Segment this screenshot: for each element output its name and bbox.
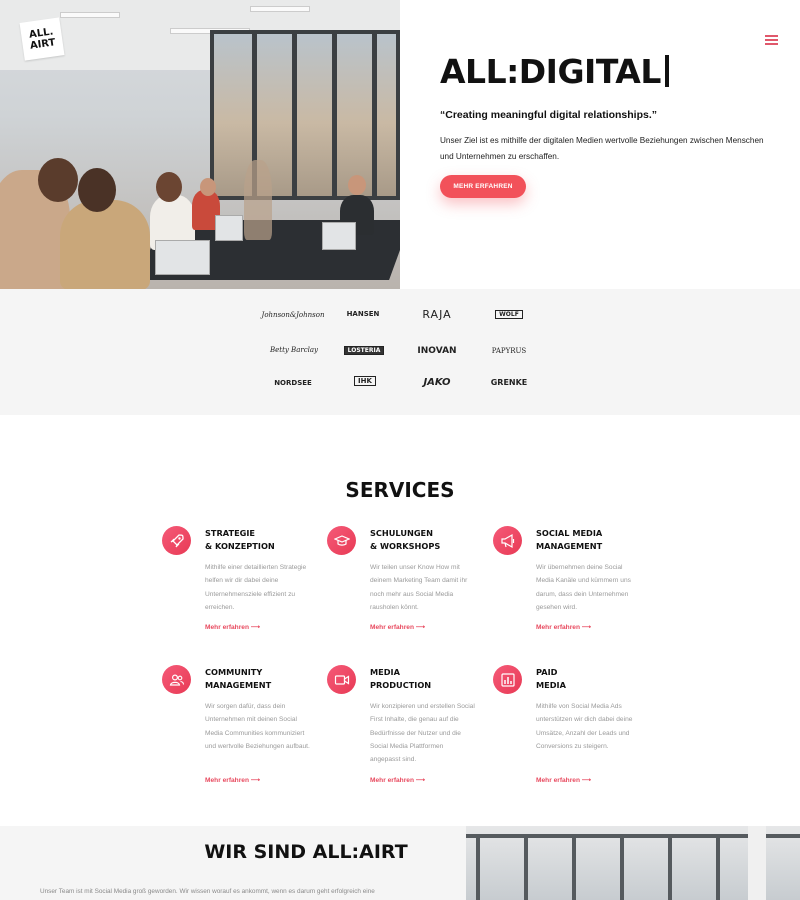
service-card: PAID MEDIA Mithilfe von Social Media Ads… — [493, 665, 643, 790]
client-logo: Betty Barclay — [269, 346, 319, 354]
service-more-link[interactable]: Mehr erfahren ⟶ — [205, 623, 260, 631]
client-logo: GRENKE — [490, 378, 528, 387]
services-heading: SERVICES — [345, 478, 455, 502]
service-description: Wir übernehmen deine Social Media Kanäle… — [536, 564, 631, 611]
service-description: Wir konzipieren und erstellen Social Fir… — [370, 703, 475, 764]
hero-section: ALL. AIRT ALL:DIGITAL “Creating meaningf… — [0, 0, 800, 289]
service-card: SOCIAL MEDIA MANAGEMENT Wir übernehmen d… — [493, 526, 643, 636]
service-more-link[interactable]: Mehr erfahren ⟶ — [370, 623, 425, 631]
client-logo: RAJA — [422, 308, 452, 321]
service-title: PAID MEDIA — [536, 667, 566, 690]
service-description: Mithilfe einer detaillierten Strategie h… — [205, 564, 307, 611]
hero-text-block: ALL:DIGITAL “Creating meaningful digital… — [440, 52, 770, 198]
service-description: Wir sorgen dafür, dass dein Unternehmen … — [205, 703, 310, 750]
client-logo: HANSEN — [346, 310, 380, 318]
hamburger-menu-icon[interactable] — [765, 35, 778, 45]
service-more-link[interactable]: Mehr erfahren ⟶ — [205, 776, 260, 784]
service-more-link[interactable]: Mehr erfahren ⟶ — [536, 776, 591, 784]
logo-line-2: AIRT — [29, 37, 57, 52]
service-description: Mithilfe von Social Media Ads unterstütz… — [536, 703, 633, 750]
service-card: MEDIA PRODUCTION Wir konzipieren und ers… — [327, 665, 477, 790]
megaphone-icon — [493, 526, 522, 555]
client-logo: INOVAN — [417, 346, 457, 356]
service-title: COMMUNITY MANAGEMENT — [205, 667, 272, 690]
mehr-erfahren-button[interactable]: MEHR ERFAHREN — [440, 175, 526, 198]
service-title: SOCIAL MEDIA MANAGEMENT — [536, 528, 603, 551]
client-logos-section: Johnson&Johnson HANSEN RAJA WOLF Betty B… — [0, 289, 800, 415]
service-more-link[interactable]: Mehr erfahren ⟶ — [370, 776, 425, 784]
client-logo: LOSTERIA — [343, 346, 385, 355]
service-card: COMMUNITY MANAGEMENT Wir sorgen dafür, d… — [162, 665, 312, 790]
users-icon — [162, 665, 191, 694]
rocket-icon — [162, 526, 191, 555]
client-logo: PAPYRUS — [491, 347, 527, 355]
service-more-link[interactable]: Mehr erfahren ⟶ — [536, 623, 591, 631]
hero-description: Unser Ziel ist es mithilfe der digitalen… — [440, 136, 764, 161]
brand-logo[interactable]: ALL. AIRT — [19, 17, 65, 61]
service-title: STRATEGIE & KONZEPTION — [205, 528, 275, 551]
bar-chart-icon — [493, 665, 522, 694]
service-description: Wir teilen unser Know How mit deinem Mar… — [370, 564, 468, 611]
about-team-photo — [466, 826, 800, 900]
service-card: SCHULUNGEN & WORKSHOPS Wir teilen unser … — [327, 526, 477, 636]
hero-quote: “Creating meaningful digital relationshi… — [440, 109, 658, 121]
client-logo: JAKO — [423, 377, 451, 388]
video-camera-icon — [327, 665, 356, 694]
graduation-cap-icon — [327, 526, 356, 555]
about-text: Unser Team ist mit Social Media groß gew… — [40, 888, 375, 895]
client-logo: IHK — [354, 376, 376, 386]
client-logo: WOLF — [495, 310, 523, 319]
hero-title-text: ALL:DIGITAL — [440, 52, 661, 91]
service-title: MEDIA PRODUCTION — [370, 667, 432, 690]
typing-cursor — [664, 55, 669, 87]
client-logo: NORDSEE — [274, 379, 312, 387]
client-logo: Johnson&Johnson — [261, 311, 325, 319]
service-title: SCHULUNGEN & WORKSHOPS — [370, 528, 441, 551]
service-card: STRATEGIE & KONZEPTION Mithilfe einer de… — [162, 526, 312, 636]
hero-title: ALL:DIGITAL — [440, 52, 770, 91]
